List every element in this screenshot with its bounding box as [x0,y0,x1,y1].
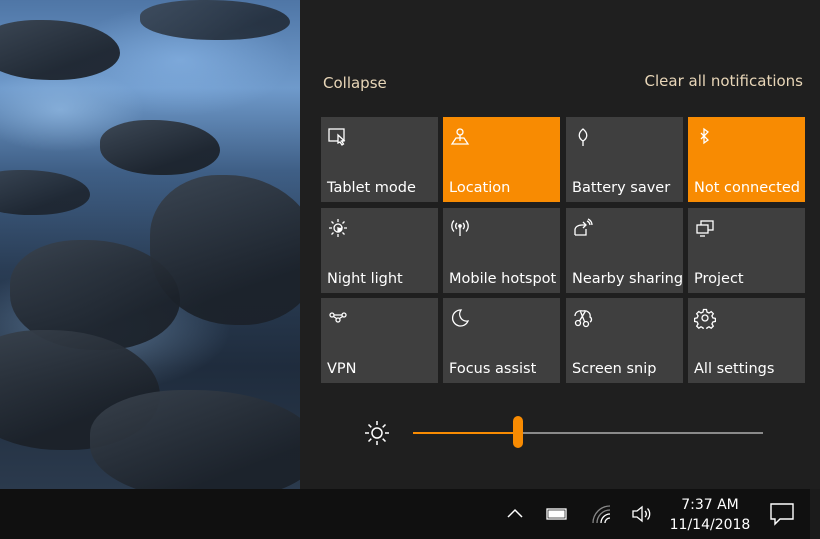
tile-label: All settings [694,361,775,377]
clock-time: 7:37 AM [681,497,739,513]
action-center-panel: Collapse Clear all notifications Tablet … [300,0,820,489]
volume-icon[interactable] [630,503,652,525]
tile-location[interactable]: Location [443,117,560,202]
tile-vpn[interactable]: VPN [321,298,438,383]
tile-label: Screen snip [572,361,657,377]
screen-snip-icon [574,310,593,328]
vpn-icon [329,312,347,323]
clock-date: 11/14/2018 [669,517,751,533]
brightness-slider-thumb[interactable] [513,416,523,448]
tile-all-settings[interactable]: All settings [688,298,805,383]
taskbar-clock[interactable]: 7:37 AM 11/14/2018 [668,495,752,535]
show-hidden-icons-chevron-up-icon[interactable] [504,503,526,525]
show-desktop-button[interactable] [810,489,820,539]
tile-mobile-hotspot[interactable]: Mobile hotspot [443,208,560,293]
tile-focus-assist[interactable]: Focus assist [443,298,560,383]
desktop-wallpaper [0,0,300,489]
tile-night-light[interactable]: Night light [321,208,438,293]
bluetooth-icon [700,127,709,145]
night-light-icon [329,219,347,237]
tile-label: Nearby sharing [572,271,684,287]
tile-nearby-sharing[interactable]: Nearby sharing [566,208,683,293]
location-icon [450,128,470,145]
mobile-hotspot-icon [451,220,469,236]
tablet-mode-icon [328,128,346,146]
tile-label: VPN [327,361,357,377]
tile-project[interactable]: Project [688,208,805,293]
tile-label: Location [449,180,511,196]
tile-label: Focus assist [449,361,537,377]
collapse-link[interactable]: Collapse [323,74,387,92]
tile-bluetooth[interactable]: Not connected [688,117,805,202]
tile-label: Mobile hotspot [449,271,557,287]
tile-label: Tablet mode [327,180,416,196]
clear-all-notifications-link[interactable]: Clear all notifications [645,72,803,90]
taskbar: 7:37 AM 11/14/2018 [0,489,820,539]
brightness-icon [365,421,389,445]
tile-screen-snip[interactable]: Screen snip [566,298,683,383]
quick-actions-grid: Tablet mode Location Battery saver Not c… [321,117,806,384]
tile-label: Project [694,271,744,287]
action-center-notification-icon[interactable] [768,501,796,527]
tile-label: Night light [327,271,403,287]
tile-label: Not connected [694,180,800,196]
focus-assist-icon [452,309,470,327]
nearby-sharing-icon [574,218,593,236]
tile-tablet-mode[interactable]: Tablet mode [321,117,438,202]
project-icon [696,220,714,237]
battery-icon[interactable] [546,503,568,525]
settings-gear-icon [694,308,716,329]
tile-battery-saver[interactable]: Battery saver [566,117,683,202]
battery-saver-icon [578,128,588,146]
brightness-slider[interactable] [413,416,763,448]
wifi-icon[interactable] [590,503,612,525]
brightness-slider-fill [413,432,518,434]
tile-label: Battery saver [572,180,671,196]
